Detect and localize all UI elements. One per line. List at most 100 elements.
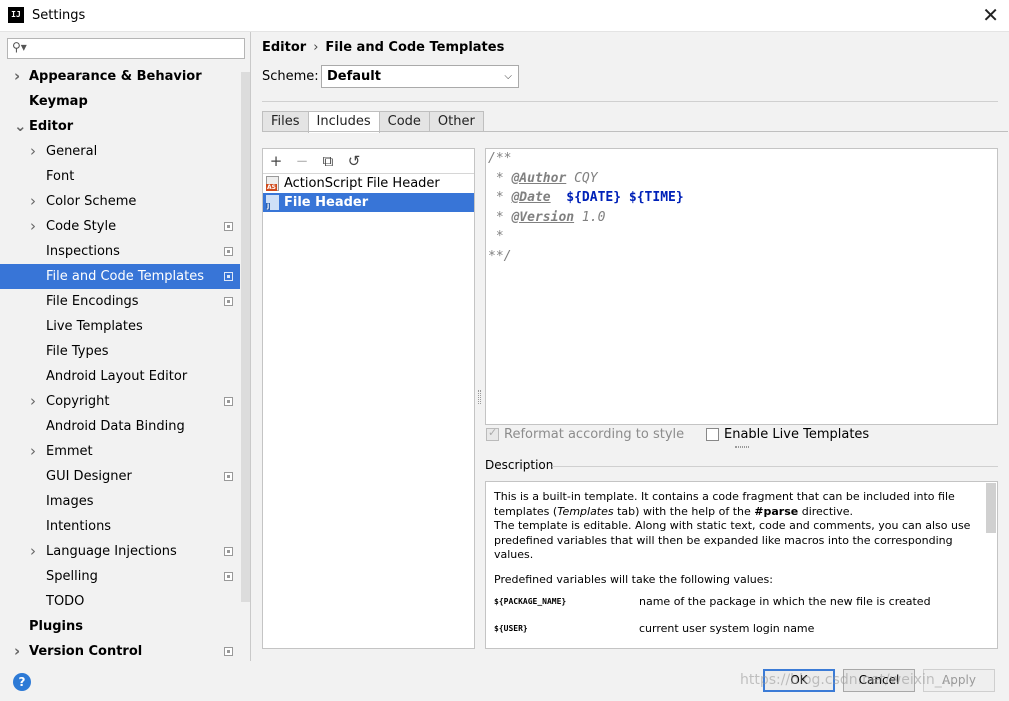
variable-name: ${USER} [494, 623, 528, 633]
sidebar-item-label: Version Control [29, 644, 143, 659]
tab-code[interactable]: Code [378, 111, 430, 132]
code-text: * [488, 190, 512, 205]
sidebar-item-appearance-behavior[interactable]: › Appearance & Behavior [0, 64, 240, 89]
sidebar-scrollbar[interactable] [241, 72, 250, 602]
window-title: Settings [32, 8, 86, 23]
copy-icon[interactable]: ⧉ [318, 151, 338, 171]
breadcrumb: Editor › File and Code Templates [262, 40, 504, 55]
sidebar-item-inspections[interactable]: Inspections [0, 239, 240, 264]
template-list-item[interactable]: J File Header [263, 193, 474, 212]
breadcrumb-current: File and Code Templates [325, 40, 505, 55]
sidebar-item-label: Images [46, 494, 94, 509]
chevron-right-icon[interactable]: › [30, 189, 36, 214]
sidebar-item-label: Appearance & Behavior [29, 69, 202, 84]
tab-includes[interactable]: Includes [307, 111, 380, 133]
sidebar-item-copyright[interactable]: › Copyright [0, 389, 240, 414]
sidebar-item-editor[interactable]: ⌄ Editor [0, 114, 240, 139]
tab-other[interactable]: Other [428, 111, 484, 132]
variable-row: ${PACKAGE_NAME} name of the package in wh… [494, 595, 983, 610]
sidebar-item-file-encodings[interactable]: File Encodings [0, 289, 240, 314]
javadoc-tag: @Version [511, 209, 575, 225]
description-separator [552, 466, 998, 467]
reset-icon[interactable]: ↺ [344, 151, 364, 171]
chevron-right-icon[interactable]: › [14, 639, 20, 661]
sidebar-item-android-layout-editor[interactable]: Android Layout Editor [0, 364, 240, 389]
sidebar-item-code-style[interactable]: › Code Style [0, 214, 240, 239]
code-text: * [488, 170, 512, 186]
sidebar-item-label: File and Code Templates [46, 269, 204, 284]
remove-icon[interactable]: − [292, 151, 312, 171]
code-line: * @Author CQY [488, 169, 995, 189]
description-emphasis: Templates [557, 504, 614, 518]
sidebar-item-label: Spelling [46, 569, 98, 584]
splitter-handle[interactable] [478, 390, 481, 404]
description-text: directive. [798, 504, 853, 518]
javadoc-tag: @Date [511, 190, 551, 205]
sidebar-item-label: Copyright [46, 394, 110, 409]
sidebar-item-general[interactable]: › General [0, 139, 240, 164]
chevron-down-icon[interactable]: ⌄ [14, 114, 27, 139]
sidebar-item-spelling[interactable]: Spelling [0, 564, 240, 589]
sidebar-item-images[interactable]: Images [0, 489, 240, 514]
reformat-label: Reformat according to style [504, 427, 685, 442]
code-text: CQY [566, 170, 598, 186]
code-line: * [488, 229, 504, 244]
help-button[interactable]: ? [13, 673, 31, 691]
chevron-right-icon[interactable]: › [30, 139, 36, 164]
chevron-right-icon[interactable]: › [30, 214, 36, 239]
description-box: This is a built-in template. It contains… [485, 481, 998, 649]
description-scrollbar[interactable] [986, 483, 996, 533]
close-icon[interactable]: ✕ [982, 4, 999, 26]
sidebar-item-intentions[interactable]: Intentions [0, 514, 240, 539]
sidebar-item-font[interactable]: Font [0, 164, 240, 189]
javadoc-tag: @Author [511, 170, 567, 186]
template-tabs: Files Includes Code Other [262, 111, 484, 133]
watermark: https://blog.csdn.net/weixin_... [740, 672, 956, 688]
scheme-dropdown[interactable]: Default ⌵ [321, 65, 519, 88]
sidebar-item-label: Language Injections [46, 544, 177, 559]
code-text: * [488, 209, 512, 225]
resize-handle[interactable] [735, 446, 749, 448]
sidebar-item-android-data-binding[interactable]: Android Data Binding [0, 414, 240, 439]
template-variable: ${DATE} [566, 190, 622, 205]
variable-row: ${USER} current user system login name [494, 622, 983, 637]
template-list-item[interactable]: AS ActionScript File Header [263, 174, 474, 193]
sidebar-item-file-types[interactable]: File Types [0, 339, 240, 364]
code-line: /** [488, 151, 512, 166]
sidebar-item-color-scheme[interactable]: › Color Scheme [0, 189, 240, 214]
sidebar-item-label: Editor [29, 119, 74, 134]
sidebar-item-file-and-code-templates[interactable]: File and Code Templates [0, 264, 240, 289]
breadcrumb-parent: Editor [262, 40, 307, 55]
template-name: ActionScript File Header [284, 176, 440, 191]
search-input[interactable]: ⚲▾ [7, 38, 245, 59]
template-code-editor[interactable]: /** * @Author CQY * @Date ${DATE} ${TIME… [485, 148, 998, 425]
tab-baseline [262, 131, 1008, 132]
chevron-right-icon[interactable]: › [30, 389, 36, 414]
sidebar-item-live-templates[interactable]: Live Templates [0, 314, 240, 339]
sidebar-item-gui-designer[interactable]: GUI Designer [0, 464, 240, 489]
sidebar-item-label: Emmet [46, 444, 93, 459]
project-scope-icon [224, 547, 233, 556]
checkbox-box [706, 428, 719, 441]
reformat-checkbox[interactable]: Reformat according to style [486, 426, 685, 442]
variable-name: ${PACKAGE_NAME} [494, 597, 567, 606]
sidebar-item-label: Live Templates [46, 319, 143, 334]
sidebar-item-plugins[interactable]: Plugins [0, 614, 240, 639]
code-line: * @Date ${DATE} ${TIME} [488, 188, 995, 208]
sidebar-item-todo[interactable]: TODO [0, 589, 240, 614]
chevron-right-icon[interactable]: › [30, 439, 36, 464]
live-templates-checkbox[interactable]: Enable Live Templates [706, 427, 869, 442]
sidebar-item-version-control[interactable]: › Version Control [0, 639, 240, 661]
chevron-right-icon[interactable]: › [30, 539, 36, 564]
sidebar-item-language-injections[interactable]: › Language Injections [0, 539, 240, 564]
sidebar-item-emmet[interactable]: › Emmet [0, 439, 240, 464]
project-scope-icon [224, 247, 233, 256]
add-icon[interactable]: + [266, 151, 286, 171]
settings-sidebar: ⚲▾ › Appearance & Behavior Keymap ⌄ Editor › G… [0, 32, 251, 661]
sidebar-item-keymap[interactable]: Keymap [0, 89, 240, 114]
chevron-right-icon[interactable]: › [14, 64, 20, 89]
file-type-badge: J [266, 203, 271, 210]
tab-files[interactable]: Files [262, 111, 309, 132]
project-scope-icon [224, 472, 233, 481]
